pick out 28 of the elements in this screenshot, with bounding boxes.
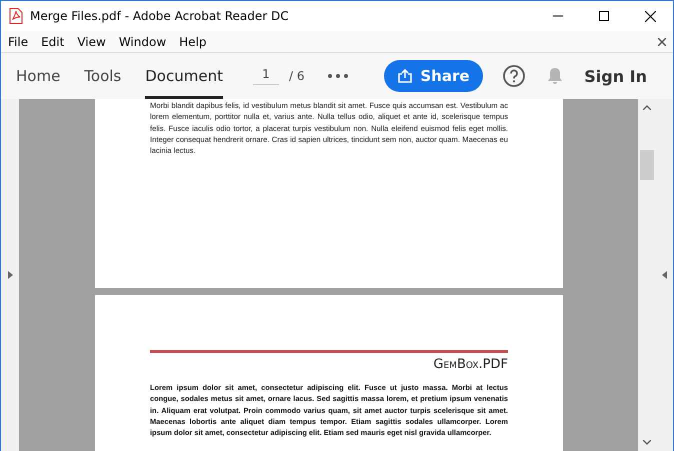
sign-in-button[interactable]: Sign In — [566, 56, 665, 96]
tab[interactable]: Home — [16, 53, 60, 99]
help-icon[interactable] — [503, 65, 526, 87]
arrow-left-icon — [662, 271, 667, 279]
menu-item[interactable]: Help — [179, 34, 207, 48]
right-panel-toggle[interactable] — [656, 99, 673, 451]
close-icon[interactable] — [658, 38, 666, 46]
tab[interactable]: Tools — [84, 53, 122, 99]
page-number-field[interactable]: 1 — [252, 67, 279, 85]
share-button[interactable]: Share — [384, 60, 484, 92]
menu-item[interactable]: View — [77, 34, 106, 48]
scroll-thumb[interactable] — [640, 150, 654, 180]
share-icon — [398, 69, 412, 83]
pdf-icon — [9, 8, 23, 24]
scrollbar[interactable] — [638, 99, 656, 451]
window-title: Merge Files.pdf - Adobe Acrobat Reader DC — [30, 9, 289, 23]
page-header-title: GemBox.PDF — [432, 357, 508, 372]
scroll-up-icon[interactable] — [643, 105, 651, 110]
close-icon[interactable] — [645, 10, 656, 22]
menu-item[interactable]: Edit — [41, 34, 64, 48]
menu-item[interactable]: File — [8, 34, 28, 48]
maximize-icon[interactable] — [599, 11, 609, 21]
arrow-right-icon — [8, 271, 12, 279]
left-panel-toggle[interactable] — [1, 99, 19, 451]
menu-item[interactable]: Window — [118, 34, 166, 48]
page-total: / 6 — [288, 69, 304, 83]
more-icon[interactable] — [328, 74, 348, 78]
scroll-down-icon[interactable] — [643, 440, 651, 445]
